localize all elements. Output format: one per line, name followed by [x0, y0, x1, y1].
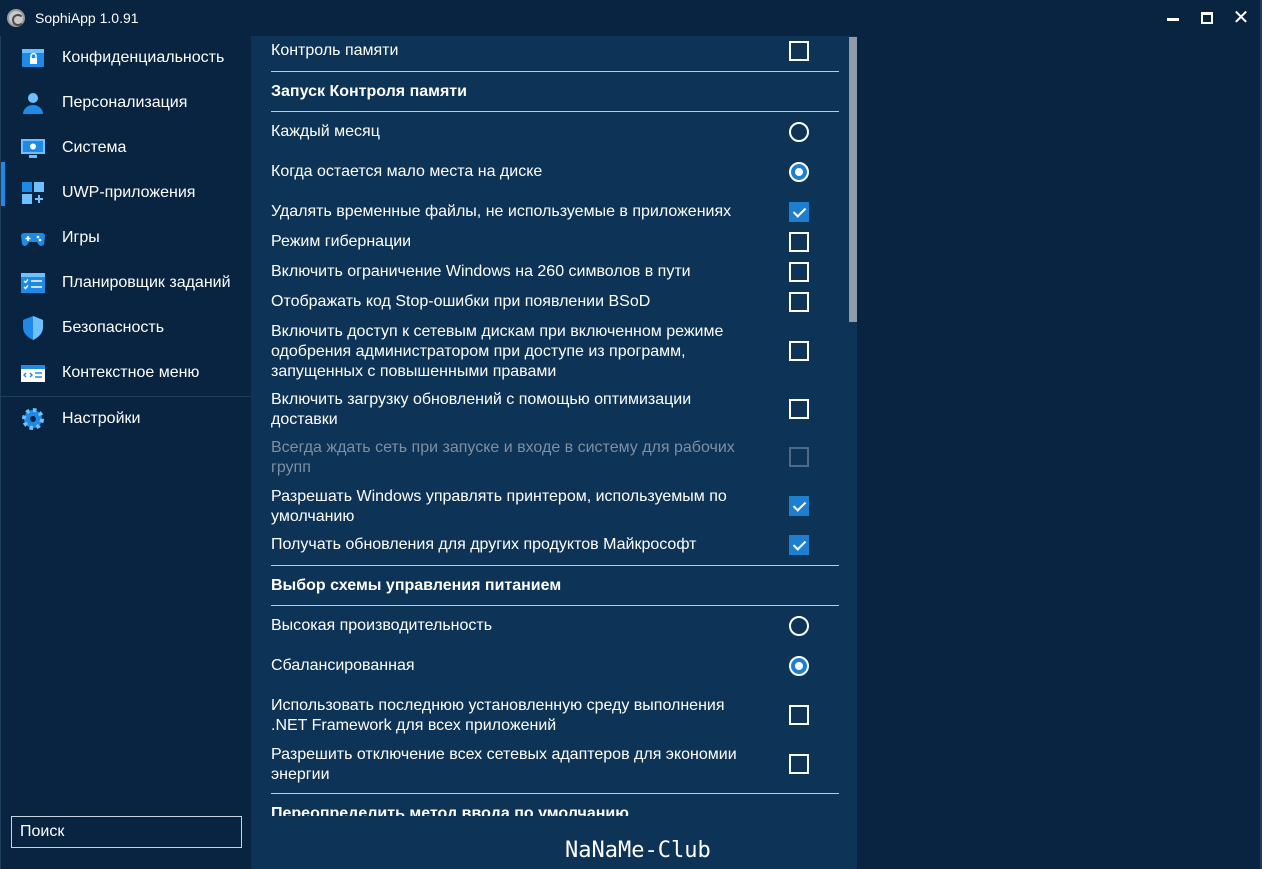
setting-label: Когда остается мало места на диске [271, 163, 543, 180]
minimize-icon [1167, 17, 1179, 21]
sidebar-item-system[interactable]: Система [1, 126, 252, 170]
task-list-icon [21, 273, 45, 293]
sidebar-item-label: Настройки [62, 410, 141, 427]
balanced-radio[interactable] [789, 656, 809, 676]
setting-label: Режим гибернации [271, 233, 412, 250]
default-printer-checkbox[interactable] [789, 496, 809, 516]
search-input[interactable]: Поиск [11, 816, 242, 848]
setting-label: Разрешить отключение всех сетевых адапте… [271, 746, 737, 783]
section-divider [271, 111, 839, 112]
sidebar-item-label: Контекстное меню [62, 364, 200, 381]
network-drives-checkbox[interactable] [789, 341, 809, 361]
title-bar: SophiApp 1.0.91 ✕ [0, 0, 1262, 36]
apps-grid-icon [22, 182, 44, 204]
long-paths-checkbox[interactable] [789, 262, 809, 282]
setting-label: Разрешать Windows управлять принтером, и… [271, 488, 727, 525]
setting-label: Удалять временные файлы, не используемые… [271, 203, 732, 220]
low-disk-radio[interactable] [789, 162, 809, 182]
sidebar-item-context-menu[interactable]: Контекстное меню [1, 351, 252, 395]
hibernation-checkbox[interactable] [789, 232, 809, 252]
person-icon [23, 93, 43, 114]
setting-storage-sense[interactable]: Контроль памяти [271, 41, 839, 61]
monitor-icon [21, 139, 45, 158]
sidebar-item-label: UWP-приложения [62, 184, 196, 201]
wait-network-checkbox [789, 447, 809, 467]
sidebar-item-label: Система [62, 139, 127, 156]
storage-sense-checkbox[interactable] [789, 41, 809, 61]
setting-label: Использовать последнюю установленную сре… [271, 697, 725, 734]
scrollbar-thumb[interactable] [849, 37, 857, 322]
delivery-optimization-checkbox[interactable] [789, 399, 809, 419]
gear-icon [22, 408, 44, 430]
section-title: Выбор схемы управления питанием [271, 577, 562, 594]
shield-icon [23, 316, 43, 340]
sidebar-item-label: Конфиденциальность [62, 49, 225, 66]
close-icon: ✕ [1232, 7, 1250, 29]
setting-label: Включить загрузку обновлений с помощью о… [271, 391, 692, 428]
app-title: SophiApp 1.0.91 [35, 10, 139, 26]
setting-label: Включить доступ к сетевым дискам при вкл… [271, 323, 724, 380]
setting-label: Всегда ждать сеть при запуске и входе в … [271, 439, 735, 476]
sidebar-item-task-scheduler[interactable]: Планировщик заданий [1, 261, 252, 305]
dotnet-checkbox[interactable] [789, 705, 809, 725]
setting-label: Отображать код Stop-ошибки при появлении… [271, 293, 651, 310]
app-logo-icon [7, 9, 25, 27]
section-divider [271, 605, 839, 606]
sidebar-item-uwp-apps[interactable]: UWP-приложения [1, 171, 252, 215]
setting-label: Высокая производительность [271, 617, 493, 634]
ms-updates-checkbox[interactable] [789, 535, 809, 555]
sidebar-item-label: Планировщик заданий [62, 274, 231, 291]
maximize-icon [1201, 12, 1213, 24]
setting-label: Каждый месяц [271, 123, 380, 140]
setting-label: Сбалансированная [271, 657, 415, 674]
section-divider [271, 565, 839, 566]
every-month-radio[interactable] [789, 122, 809, 142]
sidebar-item-label: Безопасность [62, 319, 165, 336]
setting-label: Контроль памяти [271, 42, 399, 59]
gamepad-icon [21, 233, 45, 246]
sidebar-item-settings[interactable]: Настройки [1, 397, 252, 441]
close-button[interactable]: ✕ [1221, 0, 1261, 36]
description-panel [857, 36, 1260, 869]
section-header-input: Переопределить метод ввода по умолчанию [271, 805, 629, 816]
sidebar-item-label: Персонализация [62, 94, 188, 111]
sidebar-item-games[interactable]: Игры [1, 216, 252, 260]
network-adapters-checkbox[interactable] [789, 754, 809, 774]
code-window-icon [21, 365, 45, 382]
clip-area: Переопределить метод ввода по умолчанию [251, 794, 847, 816]
privacy-icon [22, 49, 44, 67]
setting-label: Получать обновления для других продуктов… [271, 536, 697, 553]
sidebar: Конфиденциальность Персонализация Систем… [0, 36, 252, 869]
high-performance-radio[interactable] [789, 616, 809, 636]
sidebar-item-security[interactable]: Безопасность [1, 306, 252, 350]
sidebar-item-personalization[interactable]: Персонализация [1, 81, 252, 125]
bsod-code-checkbox[interactable] [789, 292, 809, 312]
delete-temp-checkbox[interactable] [789, 202, 809, 222]
sidebar-item-privacy[interactable]: Конфиденциальность [1, 36, 252, 80]
sidebar-item-label: Игры [62, 229, 100, 246]
setting-label: Включить ограничение Windows на 260 симв… [271, 263, 691, 280]
section-title: Запуск Контроля памяти [271, 83, 467, 100]
watermark: NaNaMe-Club [565, 838, 711, 863]
section-divider [271, 71, 839, 72]
